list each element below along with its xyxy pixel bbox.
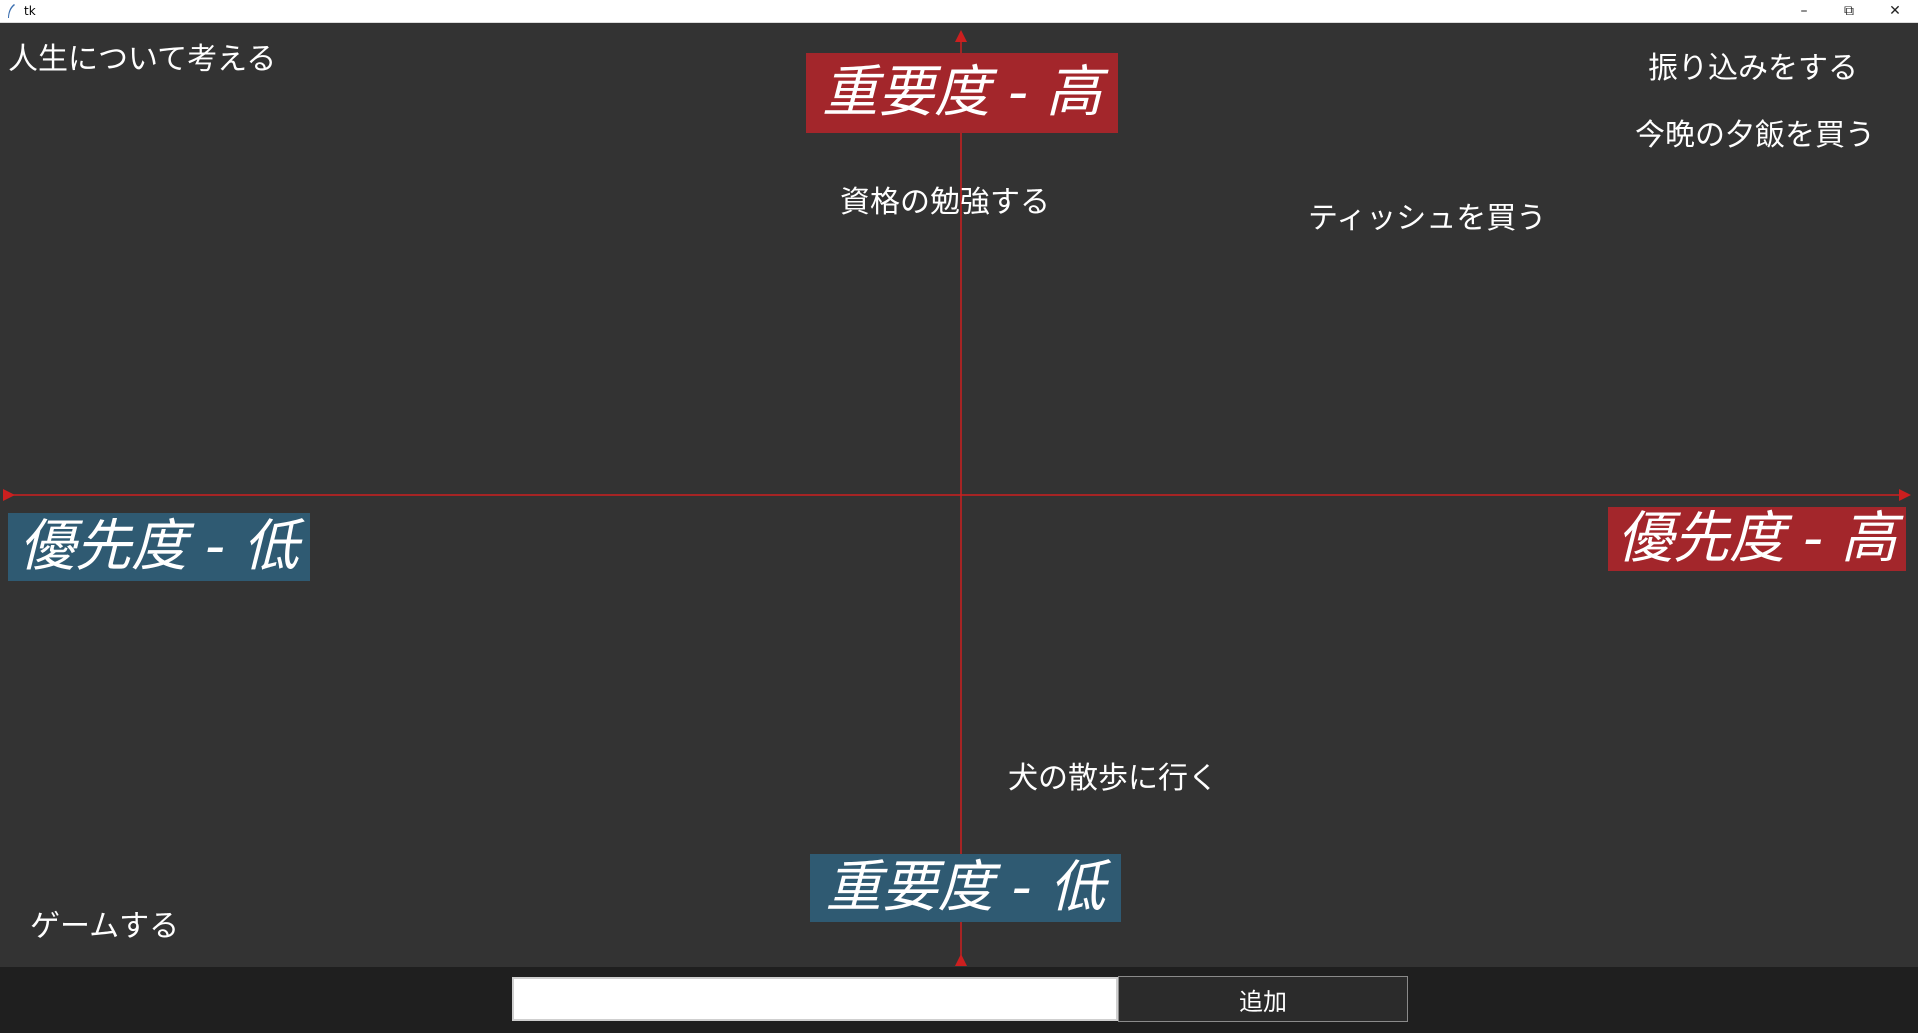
importance-high-label: 重要度 - 高 — [806, 53, 1118, 133]
task-input[interactable] — [512, 977, 1118, 1021]
task-item[interactable]: ティッシュを買う — [1308, 201, 1546, 237]
task-item[interactable]: 人生について考える — [8, 42, 276, 78]
axes — [3, 30, 1911, 966]
maximize-icon[interactable]: ⧉ — [1826, 0, 1872, 22]
task-item[interactable]: 今晩の夕飯を買う — [1635, 118, 1875, 154]
close-icon[interactable]: ✕ — [1872, 0, 1918, 22]
feather-icon — [6, 3, 16, 19]
task-item[interactable]: 振り込みをする — [1648, 51, 1858, 87]
title-bar: tk – ⧉ ✕ — [0, 0, 1918, 23]
minimize-icon[interactable]: – — [1781, 0, 1827, 22]
task-item[interactable]: 犬の散歩に行く — [1008, 761, 1218, 797]
priority-high-label: 優先度 - 高 — [1608, 506, 1906, 571]
window-title: tk — [24, 4, 36, 18]
task-item[interactable]: 資格の勉強する — [840, 185, 1050, 221]
task-item[interactable]: ゲームする — [30, 909, 179, 945]
priority-low-label: 優先度 - 低 — [8, 513, 310, 581]
priority-matrix-canvas[interactable]: 重要度 - 高 重要度 - 低 優先度 - 低 優先度 - 高 人生について考え… — [0, 23, 1918, 967]
add-button[interactable]: 追加 — [1118, 976, 1408, 1022]
importance-low-label: 重要度 - 低 — [810, 854, 1121, 922]
input-bar: 追加 — [0, 967, 1918, 1033]
